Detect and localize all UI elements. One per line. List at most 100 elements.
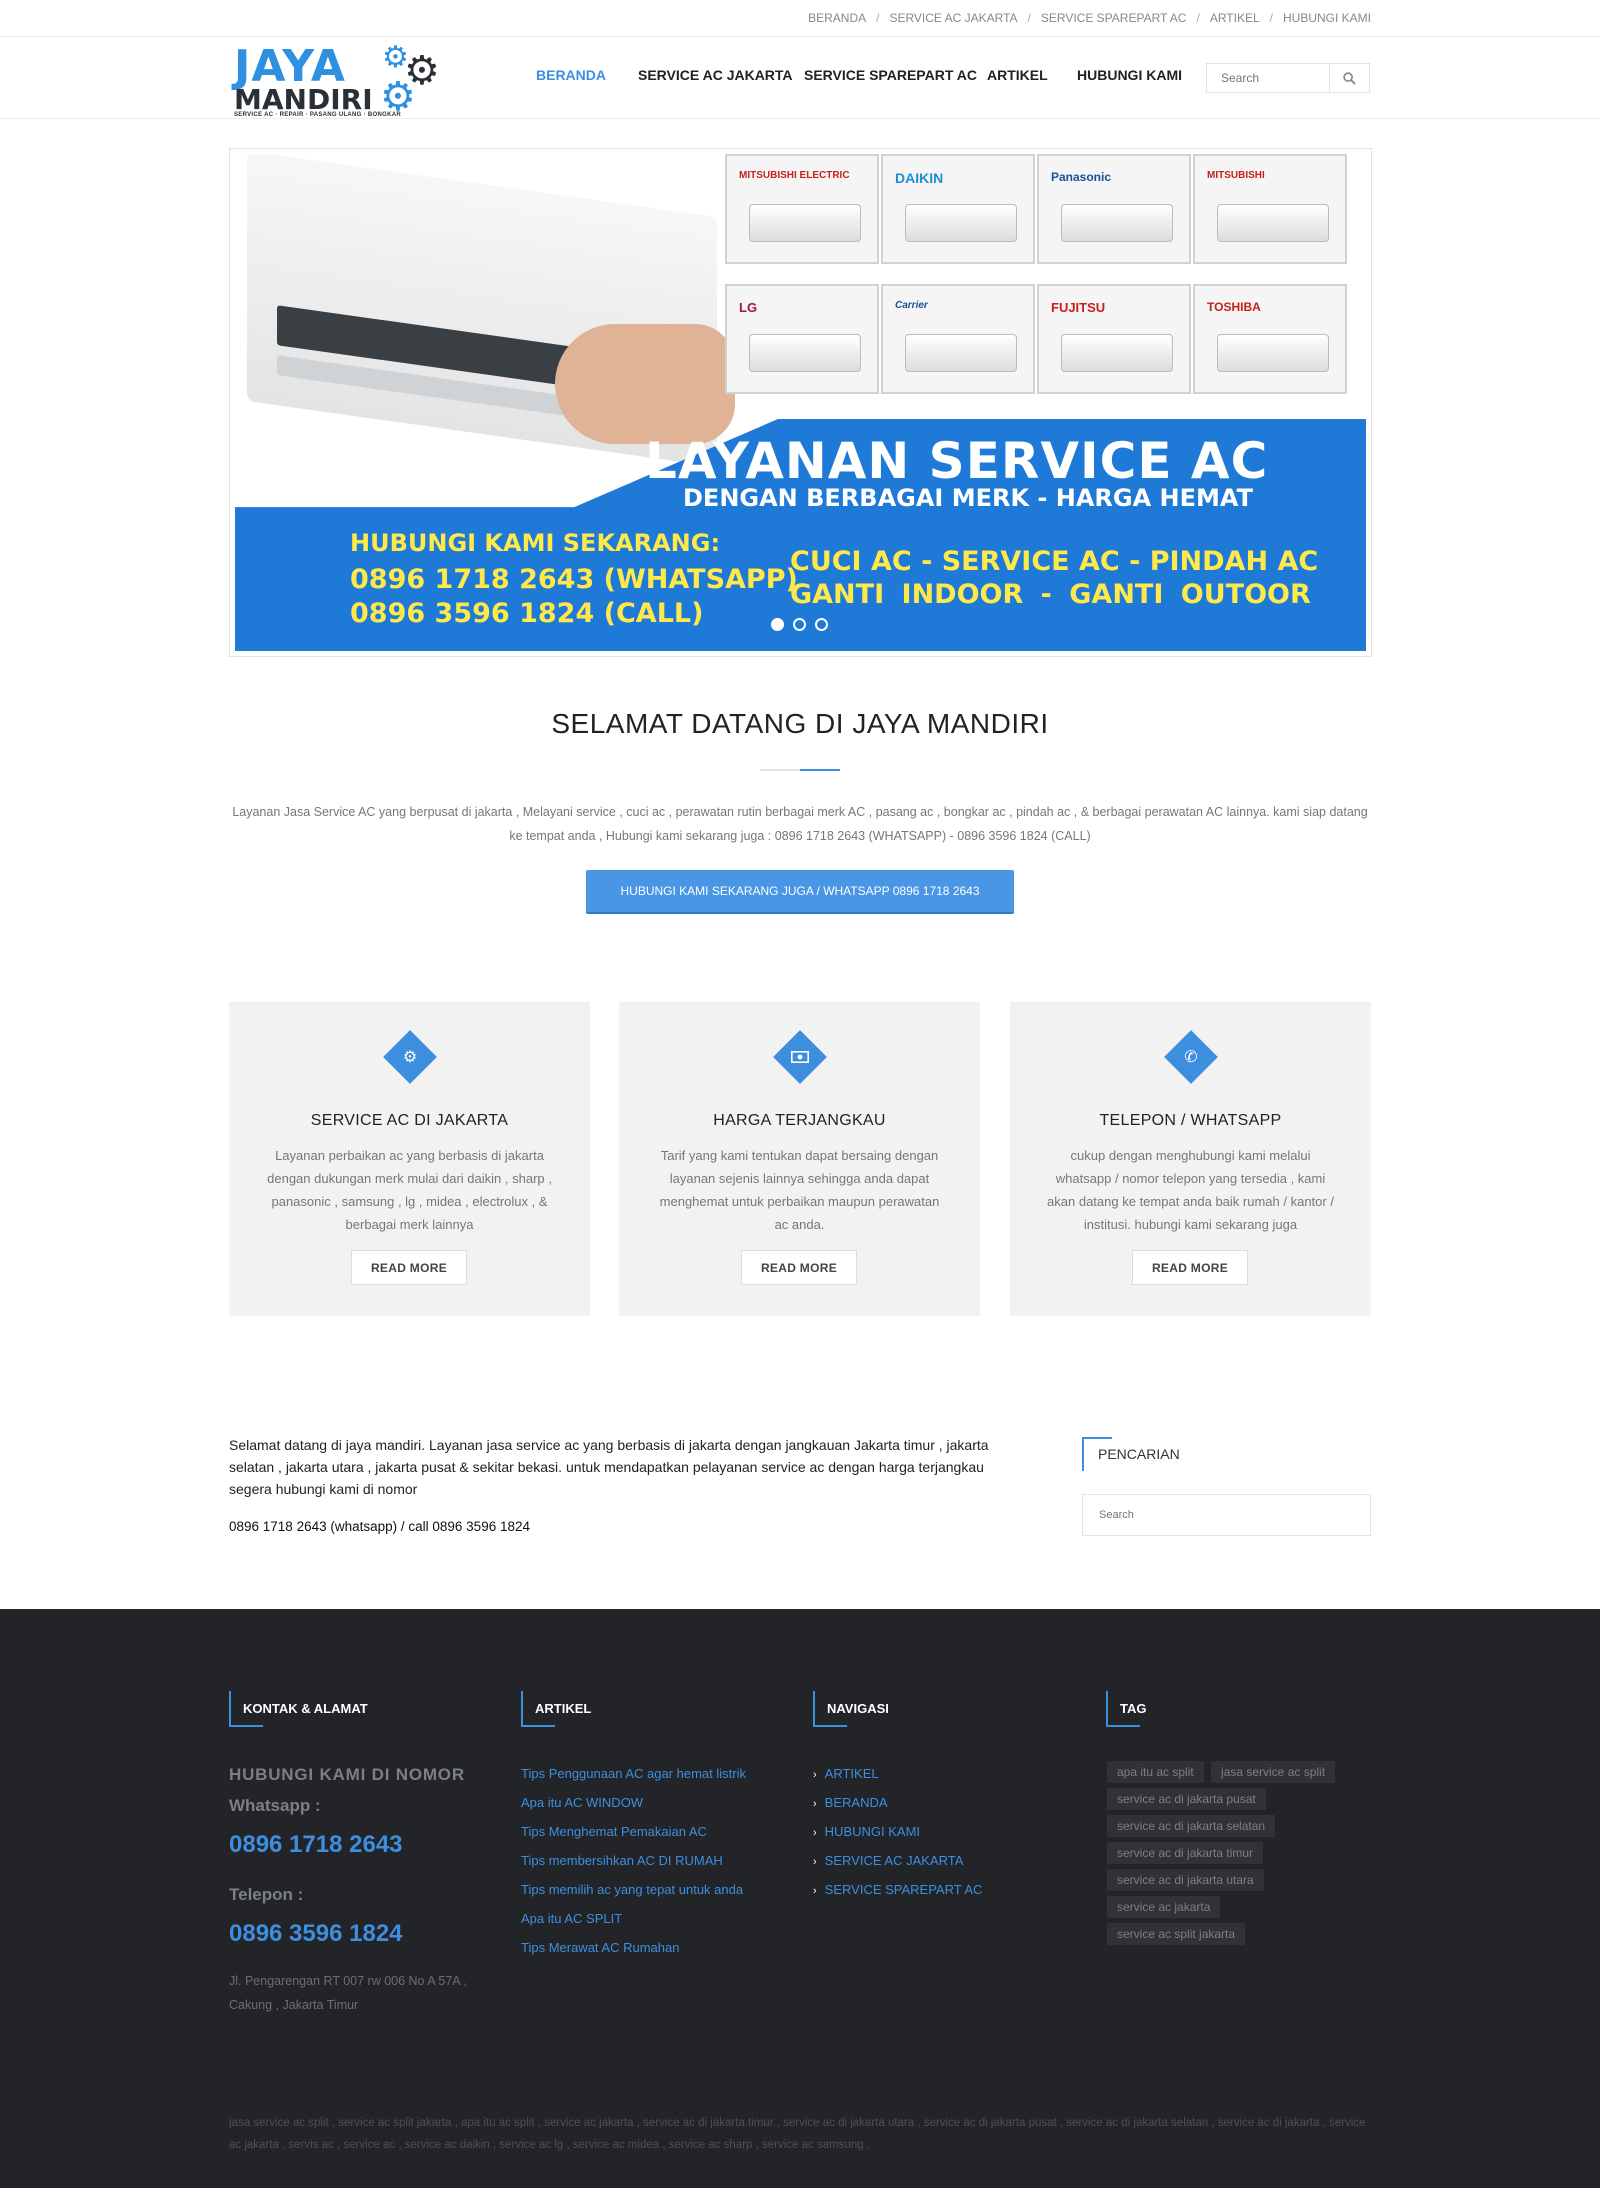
contact-whatsapp-label: Whatsapp : bbox=[229, 1796, 321, 1815]
contact-telepon-number[interactable]: 0896 3596 1824 bbox=[229, 1920, 403, 1948]
sidebar-search bbox=[1082, 1494, 1371, 1536]
feature-title: TELEPON / WHATSAPP bbox=[1099, 1112, 1282, 1129]
chevron-right-icon: › bbox=[813, 1769, 817, 1781]
footer-nav-link[interactable]: › HUBUNGI KAMI bbox=[813, 1824, 920, 1839]
contact-telepon-label: Telepon : bbox=[229, 1885, 304, 1904]
feature-text: Layanan perbaikan ac yang berbasis di ja… bbox=[267, 1148, 552, 1232]
welcome-title: SELAMAT DATANG DI JAYA MANDIRI bbox=[551, 708, 1049, 739]
tag-chip[interactable]: service ac di jakarta utara bbox=[1107, 1869, 1264, 1891]
slider-dot-2[interactable] bbox=[793, 618, 806, 631]
feature-text: Tarif yang kami tentukan dapat bersaing … bbox=[659, 1148, 940, 1232]
sidebar-title: PENCARIAN bbox=[1082, 1437, 1180, 1471]
feature-title: SERVICE AC DI JAKARTA bbox=[310, 1112, 509, 1129]
chevron-right-icon: › bbox=[813, 1856, 817, 1868]
search-button[interactable] bbox=[1329, 64, 1369, 92]
brand-cell: LG bbox=[725, 284, 879, 394]
top-link-service-ac-jakarta[interactable]: SERVICE AC JAKARTA bbox=[889, 11, 1017, 25]
footer-keywords-text: jasa service ac split , service ac split… bbox=[229, 2117, 1366, 2151]
chevron-right-icon: › bbox=[813, 1798, 817, 1810]
brand-cell: TOSHIBA bbox=[1193, 284, 1347, 394]
top-link-artikel[interactable]: ARTIKEL bbox=[1210, 11, 1260, 25]
nav-item-service-ac-jakarta[interactable]: SERVICE AC JAKARTA bbox=[638, 67, 793, 83]
footer-article-link[interactable]: Tips Menghemat Pemakaian AC bbox=[521, 1824, 707, 1839]
title-divider bbox=[760, 769, 840, 771]
footer-nav-link[interactable]: › BERANDA bbox=[813, 1795, 888, 1810]
top-link-beranda[interactable]: BERANDA bbox=[808, 11, 866, 25]
nav-item-hubungi-kami[interactable]: HUBUNGI KAMI bbox=[1077, 67, 1182, 83]
feature-text: cukup dengan menghubungi kami melalui wh… bbox=[1047, 1148, 1334, 1232]
banner-subtitle: DENGAN BERBAGAI MERK - HARGA HEMAT bbox=[683, 484, 1253, 512]
read-more-button[interactable]: READ MORE bbox=[351, 1250, 467, 1285]
header-search-input[interactable] bbox=[1207, 64, 1331, 92]
feature-card-telepon: ✆ TELEPON / WHATSAPP cukup dengan menghu… bbox=[1010, 1002, 1371, 1316]
tag-chip[interactable]: service ac split jakarta bbox=[1107, 1923, 1246, 1945]
site-logo[interactable]: JAYA MANDIRI ⚙ ⚙ ⚙ SERVICE AC · REPAIR ·… bbox=[232, 41, 447, 121]
footer-title-tag: TAG bbox=[1106, 1691, 1146, 1727]
phone-icon: ✆ bbox=[1184, 1049, 1198, 1066]
top-link-service-sparepart-ac[interactable]: SERVICE SPAREPART AC bbox=[1041, 11, 1187, 25]
footer-nav-link[interactable]: › ARTIKEL bbox=[813, 1766, 879, 1781]
footer-article-link[interactable]: Tips memilih ac yang tepat untuk anda bbox=[521, 1882, 743, 1897]
header: JAYA MANDIRI ⚙ ⚙ ⚙ SERVICE AC · REPAIR ·… bbox=[0, 37, 1600, 119]
top-links: BERANDA / SERVICE AC JAKARTA / SERVICE SPARE… bbox=[808, 11, 1371, 25]
read-more-button[interactable]: READ MORE bbox=[1132, 1250, 1248, 1285]
feature-card-harga: HARGA TERJANGKAU Tarif yang kami tentuka… bbox=[619, 1002, 980, 1316]
tag-chip[interactable]: service ac di jakarta timur bbox=[1107, 1842, 1264, 1864]
footer-article-link[interactable]: Tips Penggunaan AC agar hemat listrik bbox=[521, 1766, 746, 1781]
banner-call-title: HUBUNGI KAMI SEKARANG: bbox=[350, 529, 721, 557]
brand-cell: MITSUBISHI ELECTRIC bbox=[725, 154, 879, 264]
top-bar: BERANDA / SERVICE AC JAKARTA / SERVICE SPARE… bbox=[0, 0, 1600, 37]
sidebar-search-input[interactable] bbox=[1083, 1495, 1370, 1535]
contact-whatsapp-number[interactable]: 0896 1718 2643 bbox=[229, 1831, 403, 1859]
chevron-right-icon: › bbox=[813, 1885, 817, 1897]
footer-article-link[interactable]: Apa itu AC WINDOW bbox=[521, 1795, 643, 1810]
slider-dot-3[interactable] bbox=[815, 618, 828, 631]
logo-tagline: SERVICE AC · REPAIR · PASANG ULANG · BON… bbox=[234, 112, 401, 118]
feature-card-service: ⚙ SERVICE AC DI JAKARTA Layanan perbaika… bbox=[229, 1002, 590, 1316]
nav-item-artikel[interactable]: ARTIKEL bbox=[987, 67, 1048, 83]
footer-nav-link[interactable]: › SERVICE AC JAKARTA bbox=[813, 1853, 963, 1868]
money-icon bbox=[781, 1038, 819, 1076]
banner-phone-call: 0896 3596 1824 (CALL) bbox=[350, 598, 704, 629]
nav-item-service-sparepart-ac[interactable]: SERVICE SPAREPART AC bbox=[804, 67, 977, 83]
banner-services-line1: CUCI AC - SERVICE AC - PINDAH AC bbox=[790, 546, 1319, 577]
tag-chip[interactable]: service ac di jakarta selatan bbox=[1107, 1815, 1276, 1837]
hand-illustration bbox=[555, 324, 735, 444]
footer: KONTAK & ALAMAT ARTIKEL NAVIGASI TAG HUB… bbox=[0, 1609, 1600, 2188]
brand-cell: FUJITSU bbox=[1037, 284, 1191, 394]
slide-banner: MITSUBISHI ELECTRIC DAIKIN Panasonic MIT… bbox=[235, 154, 1366, 651]
contact-heading: HUBUNGI KAMI DI NOMOR bbox=[229, 1765, 465, 1784]
slider-dot-1[interactable] bbox=[771, 618, 784, 631]
footer-article-link[interactable]: Tips membersihkan AC DI RUMAH bbox=[521, 1853, 723, 1868]
header-search bbox=[1206, 63, 1370, 93]
banner-title: LAYANAN SERVICE AC bbox=[645, 432, 1269, 490]
banner-phone-whatsapp: 0896 1718 2643 (WHATSAPP) bbox=[350, 564, 798, 595]
footer-article-link[interactable]: Apa itu AC SPLIT bbox=[521, 1911, 622, 1926]
footer-article-link[interactable]: Tips Merawat AC Rumahan bbox=[521, 1940, 679, 1955]
contact-address: Jl. Pengarengan RT 007 rw 006 No A 57A ,… bbox=[229, 1974, 467, 2012]
footer-nav-link[interactable]: › SERVICE SPAREPART AC bbox=[813, 1882, 982, 1897]
brand-cell: MITSUBISHI bbox=[1193, 154, 1347, 264]
footer-title-artikel: ARTIKEL bbox=[521, 1691, 591, 1727]
top-link-hubungi-kami[interactable]: HUBUNGI KAMI bbox=[1283, 11, 1371, 25]
tag-chip[interactable]: service ac jakarta bbox=[1107, 1896, 1221, 1918]
tag-chip[interactable]: apa itu ac split bbox=[1107, 1761, 1204, 1783]
hero-slider[interactable]: MITSUBISHI ELECTRIC DAIKIN Panasonic MIT… bbox=[229, 148, 1372, 657]
cta-whatsapp-button[interactable]: HUBUNGI KAMI SEKARANG JUGA / WHATSAPP 08… bbox=[586, 870, 1014, 912]
welcome-text: Layanan Jasa Service AC yang berpusat di… bbox=[232, 805, 1368, 843]
tag-chip[interactable]: jasa service ac split bbox=[1211, 1761, 1336, 1783]
main-content-phones: 0896 1718 2643 (whatsapp) / call 0896 35… bbox=[229, 1519, 530, 1534]
feature-title: HARGA TERJANGKAU bbox=[713, 1112, 886, 1129]
gear-icon: ⚙ bbox=[402, 1049, 418, 1066]
nav-item-beranda[interactable]: BERANDA bbox=[536, 67, 606, 83]
chevron-right-icon: › bbox=[813, 1827, 817, 1839]
search-icon bbox=[1343, 71, 1356, 85]
brand-cell: DAIKIN bbox=[881, 154, 1035, 264]
footer-title-kontak: KONTAK & ALAMAT bbox=[229, 1691, 368, 1727]
logo-gear-icon: ⚙ bbox=[380, 75, 416, 119]
read-more-button[interactable]: READ MORE bbox=[741, 1250, 857, 1285]
brand-cell: Carrier bbox=[881, 284, 1035, 394]
tag-chip[interactable]: service ac di jakarta pusat bbox=[1107, 1788, 1266, 1810]
footer-title-navigasi: NAVIGASI bbox=[813, 1691, 889, 1727]
brand-cell: Panasonic bbox=[1037, 154, 1191, 264]
